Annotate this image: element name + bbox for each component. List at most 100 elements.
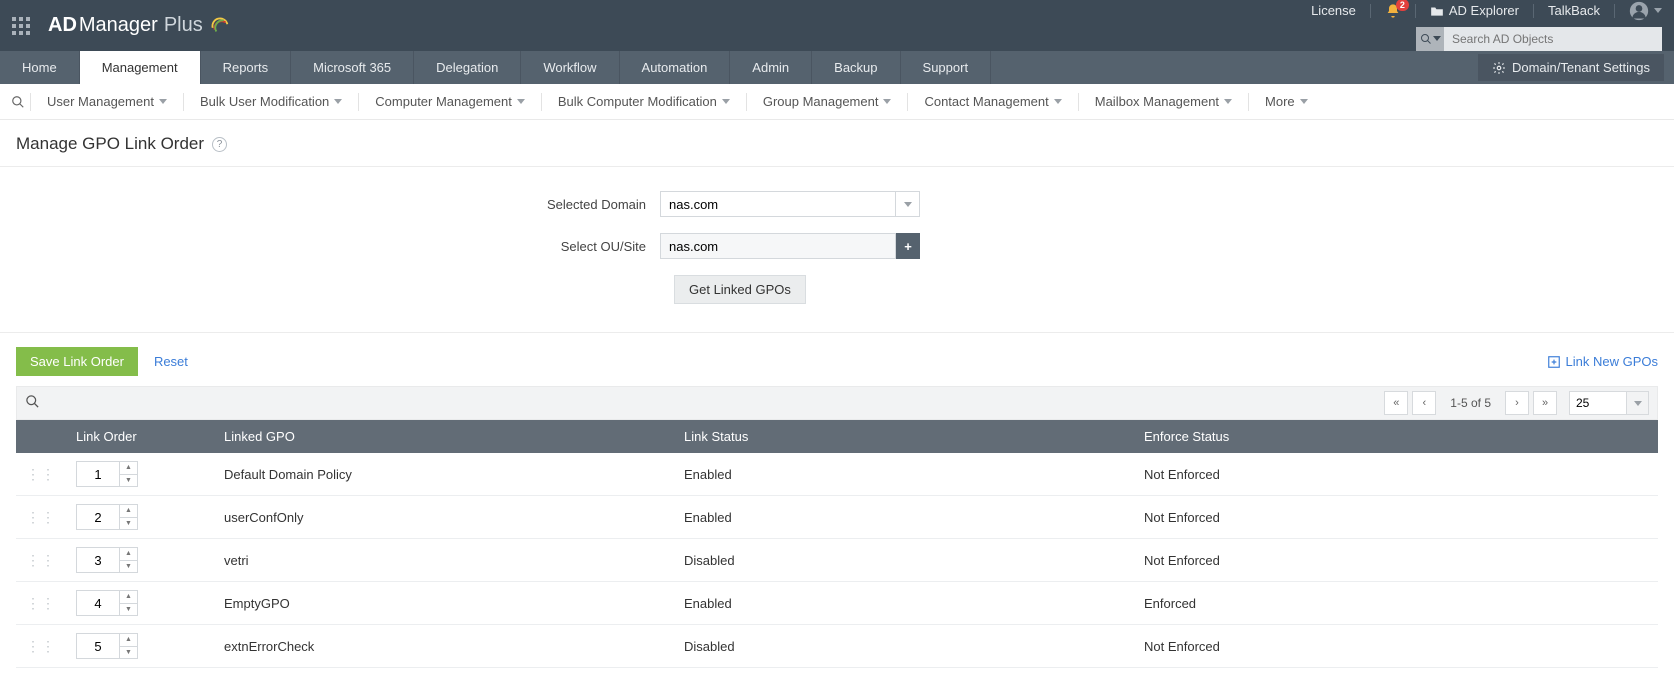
spin-down[interactable]: ▼ xyxy=(120,647,137,659)
link-order-stepper[interactable]: ▲▼ xyxy=(76,504,140,530)
topbar: AD Manager Plus License 2 AD Explorer Ta… xyxy=(0,0,1674,51)
drag-handle-icon[interactable]: ⋮⋮ xyxy=(26,638,56,654)
divider xyxy=(1370,4,1371,18)
table-toolbar: « ‹ 1-5 of 5 › » xyxy=(16,386,1658,420)
global-search xyxy=(1416,27,1662,51)
link-order-input[interactable] xyxy=(76,633,120,659)
table-row: ⋮⋮▲▼EmptyGPOEnabledEnforced xyxy=(16,582,1658,625)
table-row: ⋮⋮▲▼userConfOnlyEnabledNot Enforced xyxy=(16,496,1658,539)
pager-next[interactable]: › xyxy=(1505,391,1529,415)
get-linked-gpos-button[interactable]: Get Linked GPOs xyxy=(674,275,806,304)
subnav-contact-mgmt[interactable]: Contact Management xyxy=(908,84,1077,119)
form-area: Selected Domain Select OU/Site + Get Lin… xyxy=(0,167,1674,333)
table-row: ⋮⋮▲▼extnErrorCheckDisabledNot Enforced xyxy=(16,625,1658,668)
tab-backup[interactable]: Backup xyxy=(812,51,900,84)
domain-select[interactable] xyxy=(660,191,920,217)
ou-add-button[interactable]: + xyxy=(896,233,920,259)
subnav-more[interactable]: More xyxy=(1249,84,1324,119)
pager-first[interactable]: « xyxy=(1384,391,1408,415)
cell-enforce-status: Not Enforced xyxy=(1134,453,1658,496)
folder-icon xyxy=(1430,5,1444,17)
tab-workflow[interactable]: Workflow xyxy=(521,51,619,84)
sub-nav: User Management Bulk User Modification C… xyxy=(0,84,1674,120)
subnav-computer-mgmt[interactable]: Computer Management xyxy=(359,84,541,119)
search-input[interactable] xyxy=(1444,27,1662,51)
license-link[interactable]: License xyxy=(1311,3,1356,18)
tab-automation[interactable]: Automation xyxy=(620,51,731,84)
subnav-bulk-computer[interactable]: Bulk Computer Modification xyxy=(542,84,746,119)
pager-text: 1-5 of 5 xyxy=(1440,396,1501,410)
talkback-link[interactable]: TalkBack xyxy=(1548,3,1600,18)
save-link-order-button[interactable]: Save Link Order xyxy=(16,347,138,376)
cell-enforce-status: Not Enforced xyxy=(1134,496,1658,539)
spin-up[interactable]: ▲ xyxy=(120,634,137,647)
search-button[interactable] xyxy=(1416,27,1444,51)
logo-swirl-icon xyxy=(209,15,231,37)
user-menu[interactable] xyxy=(1629,1,1662,21)
chevron-down-icon xyxy=(722,99,730,104)
tab-home[interactable]: Home xyxy=(0,51,80,84)
drag-handle-icon[interactable]: ⋮⋮ xyxy=(26,509,56,525)
page-size[interactable] xyxy=(1569,391,1649,415)
chevron-down-icon xyxy=(904,202,912,207)
chevron-down-icon xyxy=(1634,401,1642,406)
chevron-down-icon xyxy=(1300,99,1308,104)
spin-up[interactable]: ▲ xyxy=(120,462,137,475)
subnav-group-mgmt[interactable]: Group Management xyxy=(747,84,908,119)
pager-last[interactable]: » xyxy=(1533,391,1557,415)
link-order-input[interactable] xyxy=(76,461,120,487)
subnav-user-mgmt[interactable]: User Management xyxy=(31,84,183,119)
link-order-stepper[interactable]: ▲▼ xyxy=(76,461,140,487)
subnav-mailbox-mgmt[interactable]: Mailbox Management xyxy=(1079,84,1248,119)
help-icon[interactable]: ? xyxy=(212,137,227,152)
link-new-gpos[interactable]: Link New GPOs xyxy=(1547,354,1658,369)
spin-down[interactable]: ▼ xyxy=(120,604,137,616)
apps-grid-icon[interactable] xyxy=(12,17,30,35)
reset-link[interactable]: Reset xyxy=(154,354,188,369)
user-icon xyxy=(1629,1,1649,21)
link-order-stepper[interactable]: ▲▼ xyxy=(76,633,140,659)
logo-manager: Manager xyxy=(79,14,158,37)
domain-input[interactable] xyxy=(660,191,896,217)
table-search-icon[interactable] xyxy=(25,394,40,412)
spin-down[interactable]: ▼ xyxy=(120,475,137,487)
link-order-input[interactable] xyxy=(76,504,120,530)
page-size-toggle[interactable] xyxy=(1627,391,1649,415)
chevron-down-icon xyxy=(1224,99,1232,104)
spin-down[interactable]: ▼ xyxy=(120,518,137,530)
topbar-right: License 2 AD Explorer TalkBack xyxy=(1311,1,1662,51)
chevron-down-icon xyxy=(334,99,342,104)
drag-handle-icon[interactable]: ⋮⋮ xyxy=(26,552,56,568)
tab-m365[interactable]: Microsoft 365 xyxy=(291,51,414,84)
logo-plus: Plus xyxy=(164,14,203,37)
subnav-search-icon[interactable] xyxy=(6,95,30,109)
notifications-button[interactable]: 2 xyxy=(1385,3,1401,19)
link-order-stepper[interactable]: ▲▼ xyxy=(76,590,140,616)
link-order-input[interactable] xyxy=(76,547,120,573)
subnav-bulk-user[interactable]: Bulk User Modification xyxy=(184,84,358,119)
drag-handle-icon[interactable]: ⋮⋮ xyxy=(26,595,56,611)
tab-admin[interactable]: Admin xyxy=(730,51,812,84)
link-order-input[interactable] xyxy=(76,590,120,616)
spin-up[interactable]: ▲ xyxy=(120,591,137,604)
col-enforce-status: Enforce Status xyxy=(1134,420,1658,453)
link-order-stepper[interactable]: ▲▼ xyxy=(76,547,140,573)
tab-reports[interactable]: Reports xyxy=(201,51,292,84)
domain-dropdown-toggle[interactable] xyxy=(896,191,920,217)
domain-label: Selected Domain xyxy=(0,197,660,212)
spin-up[interactable]: ▲ xyxy=(120,505,137,518)
tab-management[interactable]: Management xyxy=(80,51,201,84)
cell-gpo: EmptyGPO xyxy=(214,582,674,625)
ou-input[interactable] xyxy=(660,233,896,259)
tab-support[interactable]: Support xyxy=(901,51,992,84)
main-nav: Home Management Reports Microsoft 365 De… xyxy=(0,51,1674,84)
spin-up[interactable]: ▲ xyxy=(120,548,137,561)
ou-select[interactable]: + xyxy=(660,233,920,259)
domain-settings-button[interactable]: Domain/Tenant Settings xyxy=(1468,51,1674,84)
tab-delegation[interactable]: Delegation xyxy=(414,51,521,84)
pager-prev[interactable]: ‹ xyxy=(1412,391,1436,415)
ad-explorer-link[interactable]: AD Explorer xyxy=(1430,3,1519,18)
page-size-input[interactable] xyxy=(1569,391,1627,415)
spin-down[interactable]: ▼ xyxy=(120,561,137,573)
drag-handle-icon[interactable]: ⋮⋮ xyxy=(26,466,56,482)
